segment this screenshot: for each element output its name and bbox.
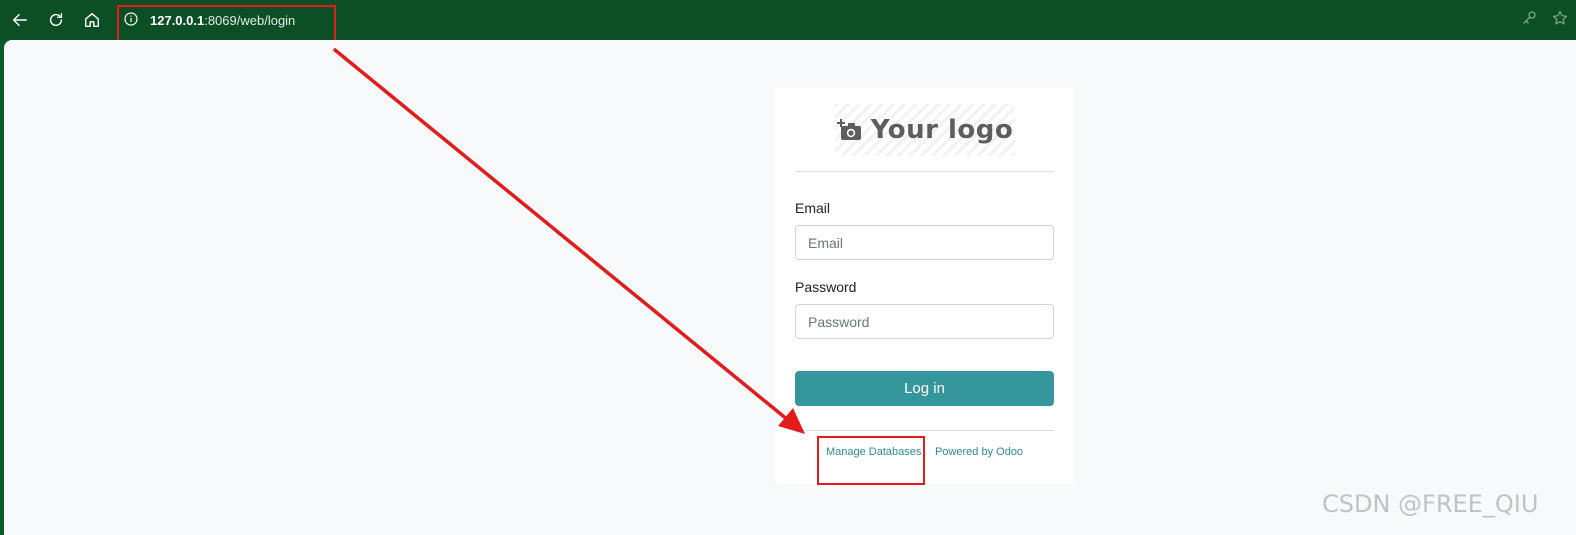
footer-links: Manage Databases Powered by Odoo (775, 446, 1074, 462)
logo-divider (795, 171, 1054, 172)
password-label: Password (795, 279, 857, 295)
email-label: Email (795, 200, 831, 216)
camera-plus-icon (836, 119, 861, 140)
powered-by-odoo-link[interactable]: Powered by Odoo (935, 446, 1023, 458)
logo-text: Your logo (870, 115, 1014, 145)
email-input[interactable] (795, 225, 1054, 260)
password-input[interactable] (795, 304, 1054, 339)
url-text[interactable]: 127.0.0.1:8069/web/login (150, 13, 295, 28)
login-card: Your logo Email Password Log in Manage D… (775, 88, 1074, 484)
address-bar[interactable]: 127.0.0.1:8069/web/login (118, 6, 1558, 34)
info-icon[interactable] (124, 12, 138, 26)
url-path: :8069/web/login (204, 13, 296, 28)
reload-icon[interactable] (44, 8, 68, 32)
watermark: CSDN @FREE_QIU (1322, 490, 1539, 518)
key-icon[interactable] (1521, 10, 1539, 28)
login-button[interactable]: Log in (795, 371, 1054, 406)
manage-databases-link[interactable]: Manage Databases (826, 446, 921, 458)
footer-divider (795, 430, 1054, 431)
url-host: 127.0.0.1 (150, 13, 205, 28)
star-icon[interactable] (1552, 10, 1570, 28)
browser-toolbar: 127.0.0.1:8069/web/login (0, 0, 1576, 40)
company-logo: Your logo (835, 104, 1015, 156)
back-icon[interactable] (8, 8, 32, 32)
home-icon[interactable] (80, 8, 104, 32)
